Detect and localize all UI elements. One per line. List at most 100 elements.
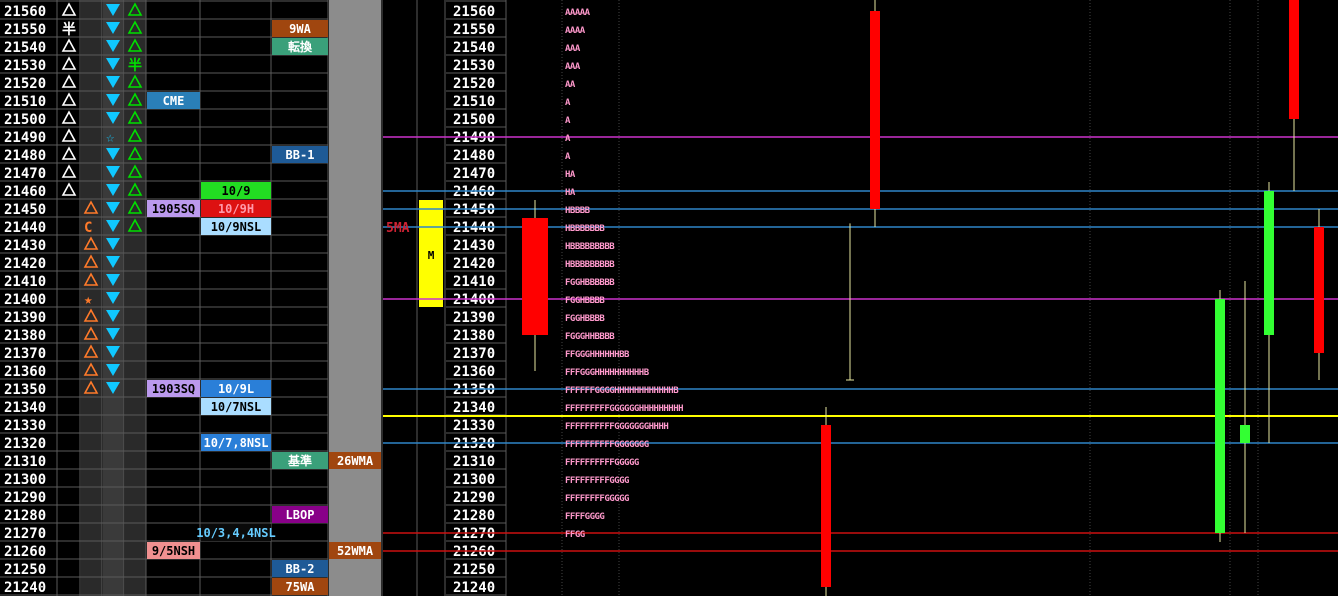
label-tag: 10/3,4,4NSL [196, 526, 275, 540]
price-label-right: 21390 [453, 310, 495, 326]
price-label-right: 21330 [453, 418, 495, 434]
price-label-right: 21380 [453, 328, 495, 344]
tpo-row: FFFFFFGGGGHHHHHHHHHHHHB [565, 386, 679, 396]
tpo-row: HBBBBBBB [565, 224, 605, 234]
marker-symbol: 半 [62, 21, 76, 38]
candle-body [1289, 0, 1299, 119]
price-label-right: 21550 [453, 22, 495, 38]
price-label-right: 21360 [453, 364, 495, 380]
price-label-left: 21440 [4, 220, 46, 236]
price-label-right: 21400 [453, 292, 495, 308]
label-tag: 1903SQ [152, 382, 195, 396]
price-label-right: 21410 [453, 274, 495, 290]
tpo-row: FFFFFFFFGGGGG [565, 494, 629, 504]
price-label-right: 21290 [453, 490, 495, 506]
price-label-right: 21470 [453, 166, 495, 182]
price-label-left: 21400 [4, 292, 46, 308]
price-label-left: 21540 [4, 40, 46, 56]
candle-body [821, 425, 831, 587]
m-block-label: M [428, 249, 435, 262]
price-label-left: 21520 [4, 76, 46, 92]
price-label-left: 21470 [4, 166, 46, 182]
price-label-right: 21240 [453, 580, 495, 596]
tpo-row: A [565, 134, 571, 144]
price-label-right: 21540 [453, 40, 495, 56]
tpo-row: HA [565, 170, 576, 180]
column-bg-9 [383, 0, 417, 596]
price-label-left: 21270 [4, 526, 46, 542]
price-label-right: 21310 [453, 454, 495, 470]
price-label-left: 21340 [4, 400, 46, 416]
price-label-left: 21530 [4, 58, 46, 74]
tpo-row: HA [565, 188, 576, 198]
price-label-left: 21550 [4, 22, 46, 38]
tpo-row: FFFFFFFFFGGGG [565, 476, 629, 486]
marker-symbol: ★ [84, 292, 93, 308]
tpo-row: AAA [565, 44, 581, 54]
price-label-right: 21460 [453, 184, 495, 200]
tpo-row: FFGGGHHHHHHBB [565, 350, 630, 360]
column-bg-5 [147, 0, 200, 596]
tpo-row: AAAA [565, 26, 586, 36]
price-label-left: 21290 [4, 490, 46, 506]
price-label-left: 21300 [4, 472, 46, 488]
column-bg-4 [125, 0, 146, 596]
label-tag: BB-2 [286, 562, 315, 576]
column-bg-8 [329, 0, 381, 596]
price-label-left: 21420 [4, 256, 46, 272]
label-tag: 9WA [289, 22, 311, 36]
price-label-right: 21500 [453, 112, 495, 128]
tpo-row: AAAAA [565, 8, 591, 18]
price-label-right: 21280 [453, 508, 495, 524]
tpo-row: FFGG [565, 530, 585, 540]
tpo-row: HBBBB [565, 206, 591, 216]
tpo-row: FFFFFFFFFFGGGGGGG [565, 440, 649, 450]
marker-symbol: C [84, 220, 92, 236]
price-label-left: 21390 [4, 310, 46, 326]
price-label-left: 21260 [4, 544, 46, 560]
label-tag: 基準 [287, 453, 312, 468]
tpo-row: FFFFFFFFFFGGGGG [565, 458, 639, 468]
price-label-right: 21450 [453, 202, 495, 218]
label-tag: BB-1 [286, 148, 315, 162]
price-label-right: 21250 [453, 562, 495, 578]
price-label-left: 21350 [4, 382, 46, 398]
price-label-left: 21480 [4, 148, 46, 164]
price-label-right: 21260 [453, 544, 495, 560]
tpo-row: FGGHBBBB [565, 314, 605, 324]
price-label-left: 21510 [4, 94, 46, 110]
price-label-right: 21490 [453, 130, 495, 146]
price-label-left: 21310 [4, 454, 46, 470]
price-label-left: 21500 [4, 112, 46, 128]
tpo-row: A [565, 98, 571, 108]
price-label-left: 21380 [4, 328, 46, 344]
price-label-right: 21480 [453, 148, 495, 164]
price-label-left: 21450 [4, 202, 46, 218]
candle-body [1240, 425, 1250, 443]
label-tag: 10/9H [218, 202, 254, 216]
price-label-right: 21350 [453, 382, 495, 398]
tpo-row: FGGHBBBBBB [565, 278, 615, 288]
candle-body [1215, 299, 1225, 533]
label-tag: CME [163, 94, 185, 108]
price-label-right: 21340 [453, 400, 495, 416]
price-label-left: 21240 [4, 580, 46, 596]
tpo-row: FGGHBBBB [565, 296, 605, 306]
candle-body [522, 218, 548, 335]
label-tag: 10/7,8NSL [203, 436, 268, 450]
label-tag: 10/9NSL [211, 220, 262, 234]
label-tag: 1905SQ [152, 202, 195, 216]
price-label-left: 21490 [4, 130, 46, 146]
tpo-row: HBBBBBBBBB [565, 260, 615, 270]
tpo-row: FFFGGGHHHHHHHHHHB [565, 368, 650, 378]
price-label-right: 21430 [453, 238, 495, 254]
tpo-row: FGGGHHBBBB [565, 332, 615, 342]
price-label-right: 21530 [453, 58, 495, 74]
tpo-row: AA [565, 80, 576, 90]
price-label-right: 21520 [453, 76, 495, 92]
label-tag: LBOP [286, 508, 315, 522]
marker-symbol: ☆ [106, 130, 115, 146]
price-label-left: 21330 [4, 418, 46, 434]
column-bg-6 [201, 0, 271, 596]
price-label-right: 21370 [453, 346, 495, 362]
